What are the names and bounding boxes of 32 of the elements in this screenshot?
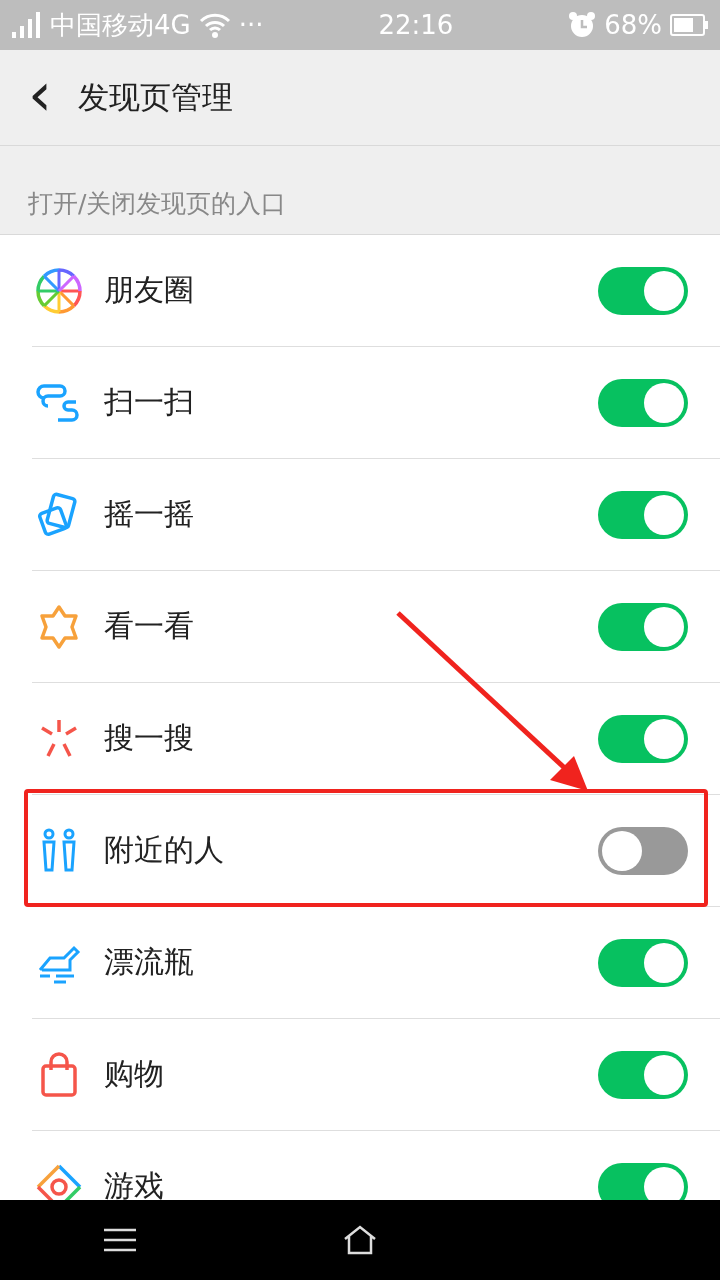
entry-label: 购物 [104, 1055, 165, 1093]
entry-label: 搜一搜 [104, 719, 195, 757]
entry-label: 扫一扫 [104, 383, 195, 421]
back-button[interactable]: ‹ [24, 63, 56, 124]
signal-icon [12, 12, 42, 38]
entry-label: 附近的人 [104, 831, 225, 869]
toggle-switch[interactable] [598, 826, 688, 875]
carrier-name: 中国移动4G [50, 8, 191, 42]
clock-time: 22:16 [378, 10, 454, 40]
alarm-icon [568, 11, 597, 39]
more-indicator: ··· [238, 10, 264, 40]
battery-icon [670, 14, 708, 36]
entry-label: 摇一摇 [104, 495, 195, 533]
battery-percent: 68% [604, 10, 662, 40]
entry-label: 漂流瓶 [104, 943, 195, 981]
toggle-switch[interactable] [598, 1162, 688, 1200]
entry-label: 游戏 [104, 1167, 165, 1200]
toggle-switch[interactable] [598, 378, 688, 427]
section-label: 打开/关闭发现页的入口 [28, 188, 287, 220]
toggle-switch[interactable] [598, 1050, 688, 1099]
entry-label: 看一看 [104, 607, 195, 645]
wifi-icon [198, 12, 231, 38]
page-title: 发现页管理 [78, 77, 233, 117]
home-icon[interactable] [343, 1225, 377, 1255]
entry-label: 朋友圈 [104, 271, 195, 309]
toggle-switch[interactable] [598, 266, 688, 315]
toggle-switch[interactable] [598, 602, 688, 651]
toggle-switch[interactable] [598, 938, 688, 987]
toggle-switch[interactable] [598, 714, 688, 763]
menu-icon[interactable] [104, 1228, 136, 1252]
toggle-switch[interactable] [598, 490, 688, 539]
camera-shutter-icon [34, 265, 84, 316]
